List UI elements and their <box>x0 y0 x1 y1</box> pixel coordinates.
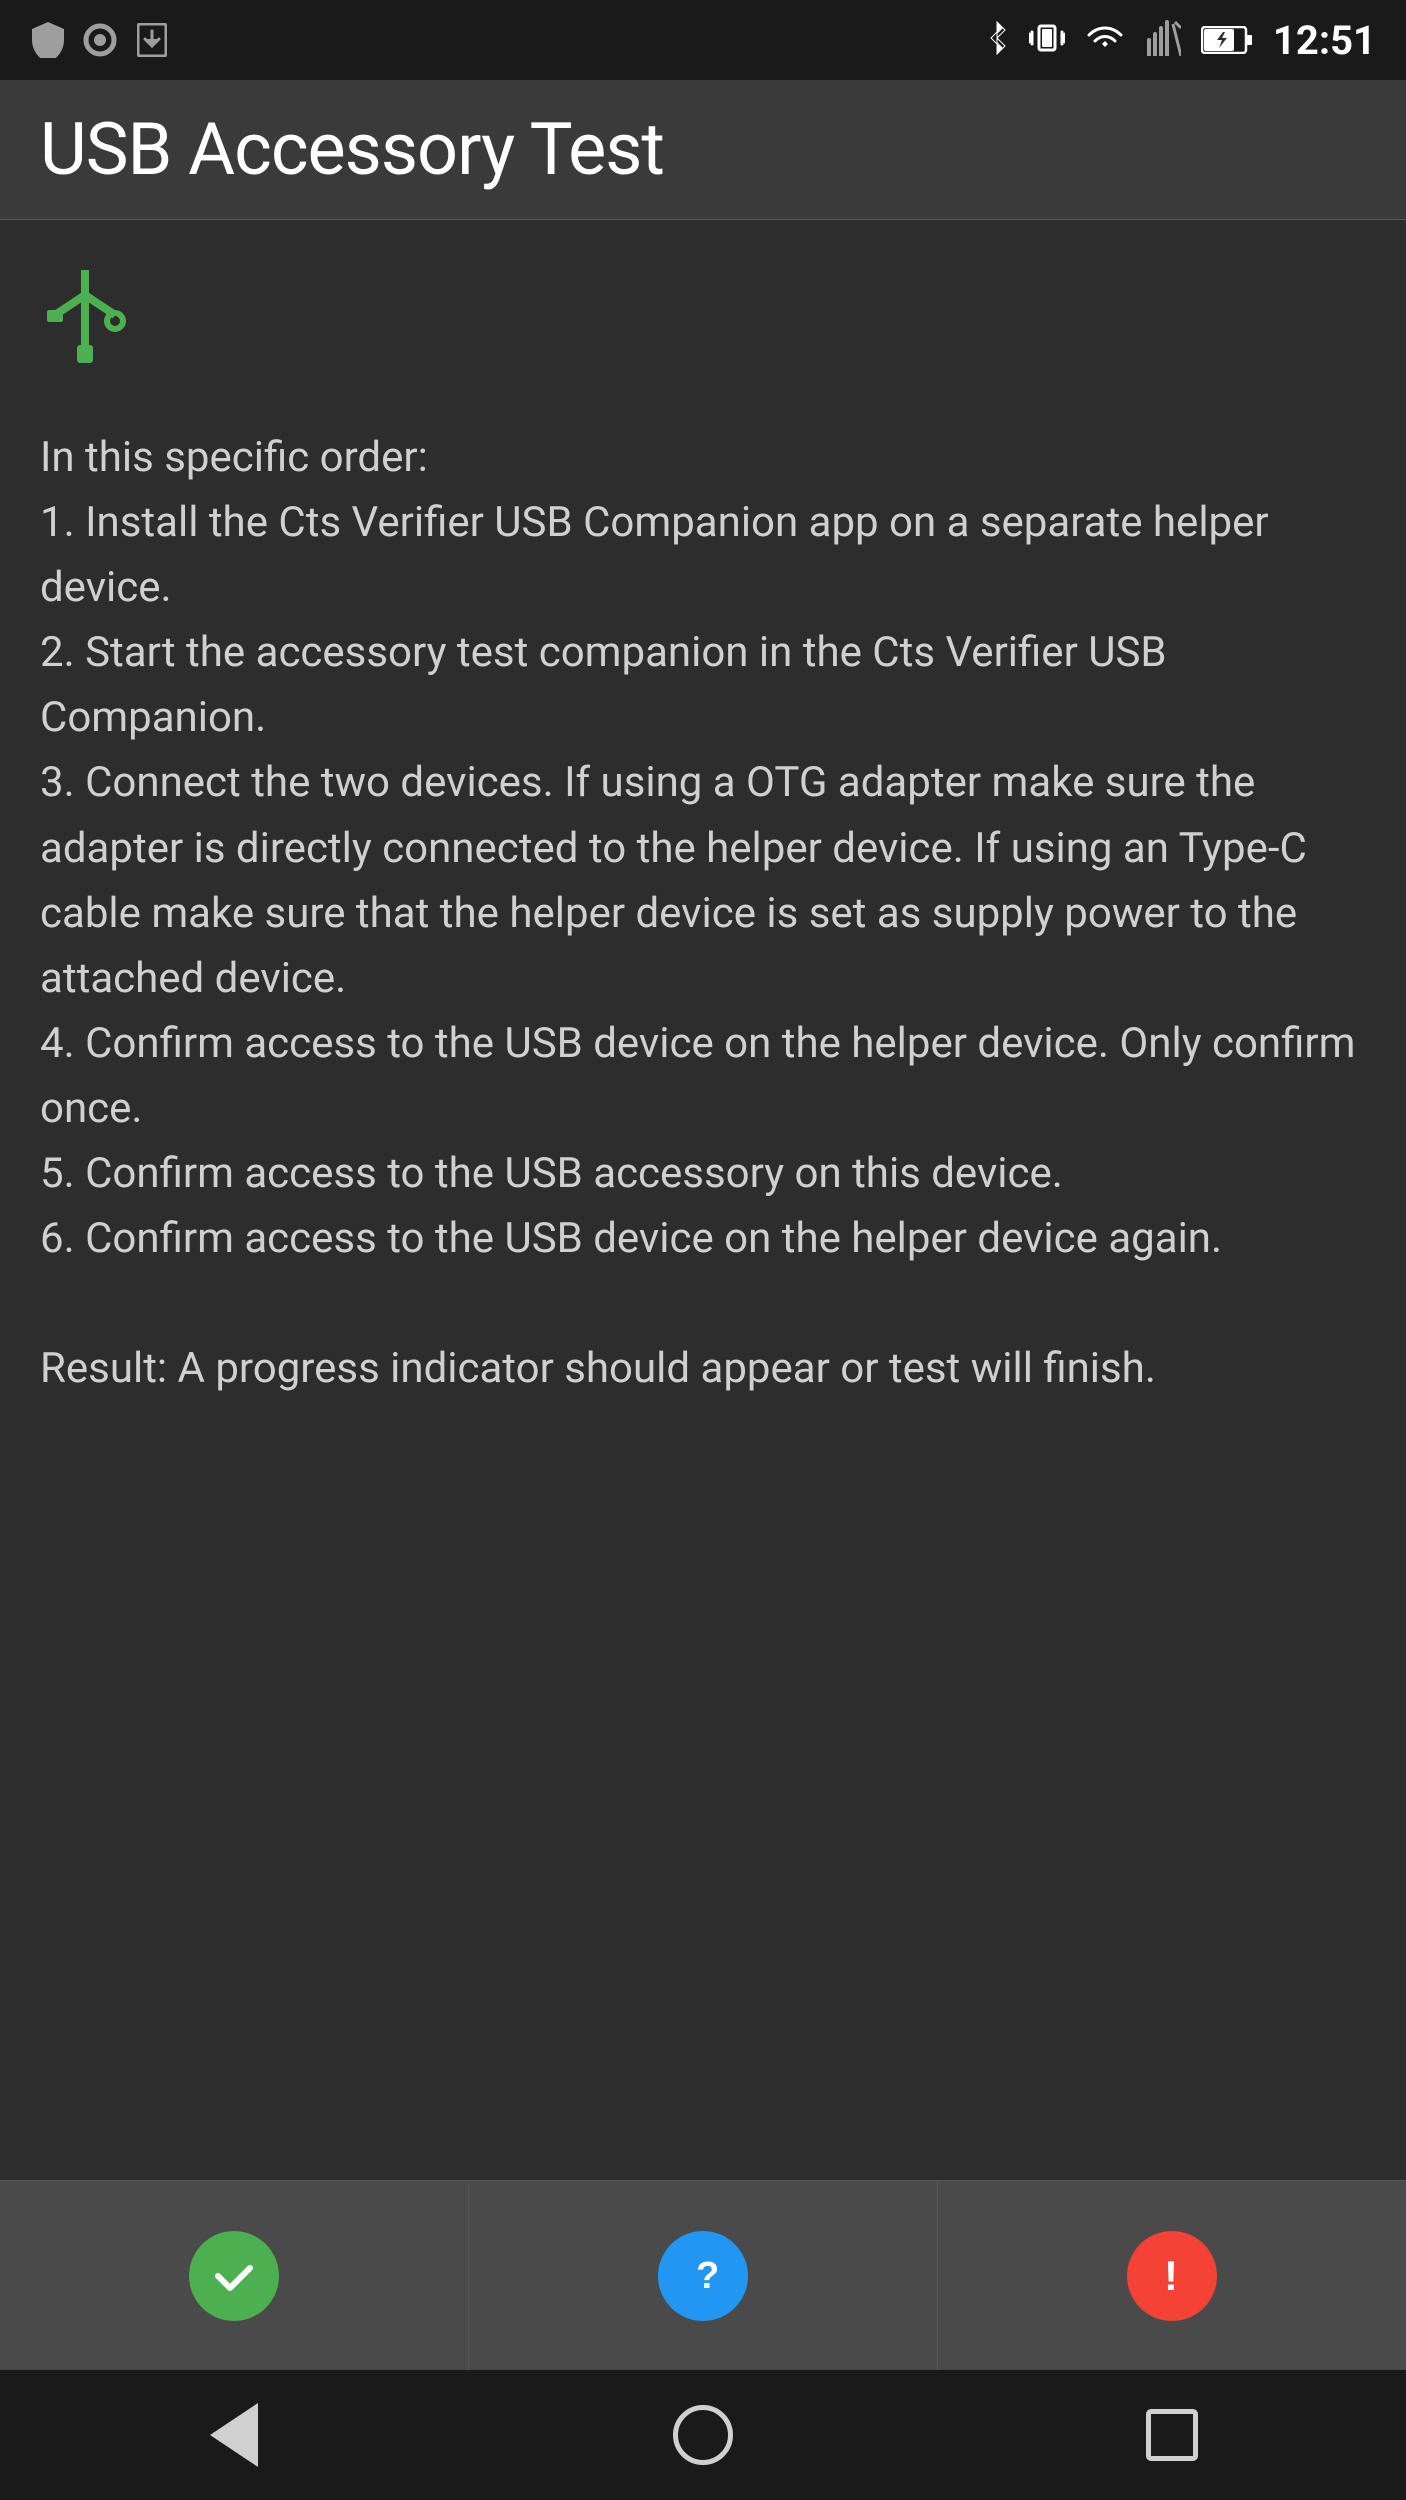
instruction-line-intro: In this specific order: <box>40 433 428 482</box>
home-button[interactable] <box>663 2395 743 2475</box>
bottom-action-bar: ? ! <box>0 2180 1406 2370</box>
instruction-line-6: 6. Confirm access to the USB device on t… <box>40 1214 1222 1263</box>
bluetooth-icon <box>985 20 1009 60</box>
info-button[interactable]: ? <box>469 2181 938 2370</box>
usb-icon <box>40 270 1366 385</box>
app-bar: USB Accessory Test <box>0 80 1406 220</box>
main-content: In this specific order: 1. Install the C… <box>0 220 1406 2180</box>
pass-icon <box>189 2231 279 2321</box>
no-signal-icon <box>1145 20 1181 60</box>
instruction-line-1: 1. Install the Cts Verifier USB Companio… <box>40 498 1269 612</box>
shield-icon <box>30 22 66 58</box>
fail-icon: ! <box>1127 2231 1217 2321</box>
info-icon: ? <box>658 2231 748 2321</box>
status-left-icons <box>30 22 170 58</box>
pass-button[interactable] <box>0 2181 469 2370</box>
back-button[interactable] <box>194 2395 274 2475</box>
status-bar: 12:51 <box>0 0 1406 80</box>
recents-button[interactable] <box>1132 2395 1212 2475</box>
svg-text:?: ? <box>696 2255 719 2297</box>
page-title: USB Accessory Test <box>40 107 664 192</box>
status-right-icons: 12:51 <box>985 17 1376 64</box>
instruction-line-5: 5. Confirm access to the USB accessory o… <box>40 1149 1063 1198</box>
nav-bar <box>0 2370 1406 2500</box>
record-icon <box>82 22 118 58</box>
fail-button[interactable]: ! <box>938 2181 1406 2370</box>
home-icon <box>673 2405 733 2465</box>
svg-text:!: ! <box>1164 2252 1178 2299</box>
battery-icon <box>1201 26 1253 54</box>
instruction-line-4: 4. Confirm access to the USB device on t… <box>40 1019 1355 1133</box>
vibrate-icon <box>1029 20 1065 60</box>
instruction-line-3: 3. Connect the two devices. If using a O… <box>40 758 1307 1002</box>
status-time: 12:51 <box>1273 17 1376 64</box>
result-text: Result: A progress indicator should appe… <box>40 1344 1156 1393</box>
download-icon <box>134 22 170 58</box>
recents-icon <box>1146 2409 1198 2461</box>
wifi-icon <box>1085 23 1125 57</box>
instructions-text: In this specific order: 1. Install the C… <box>40 425 1366 1401</box>
instruction-line-2: 2. Start the accessory test companion in… <box>40 628 1167 742</box>
back-icon <box>210 2403 258 2467</box>
